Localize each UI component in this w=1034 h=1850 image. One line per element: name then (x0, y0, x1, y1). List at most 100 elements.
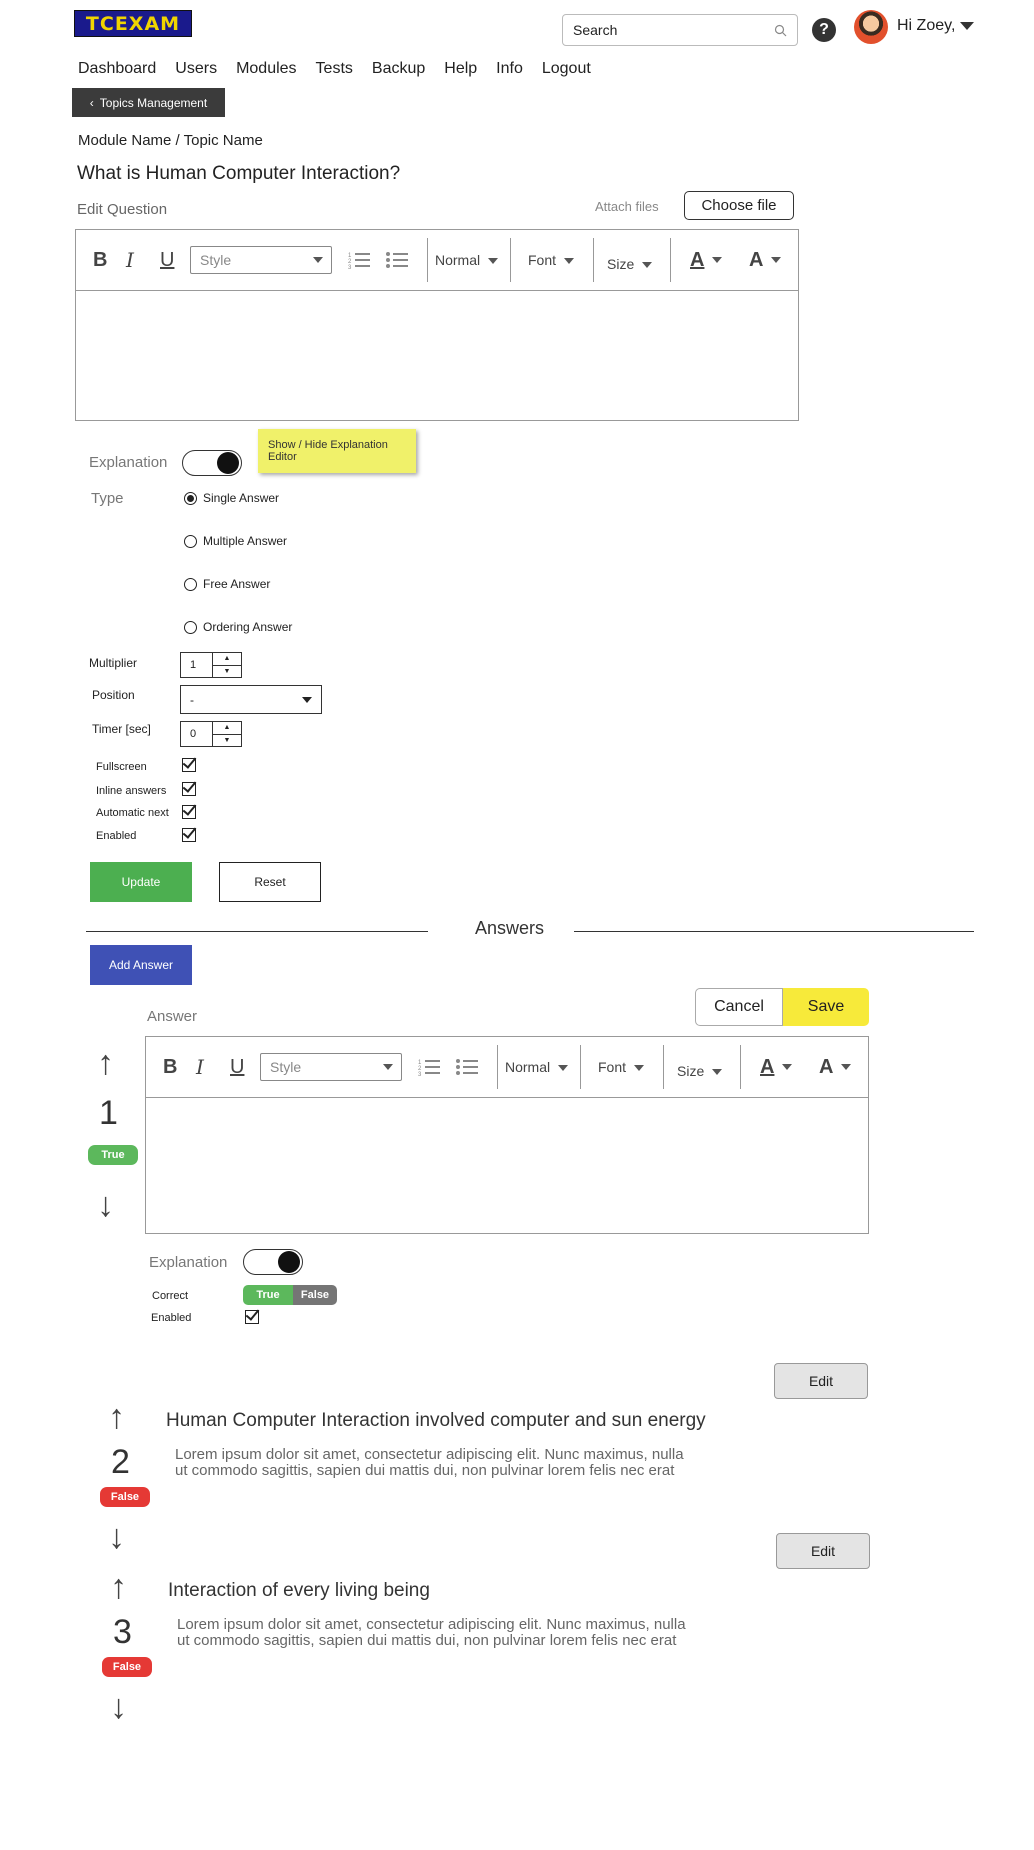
reset-button[interactable]: Reset (219, 862, 321, 902)
background-color-button[interactable]: A (819, 1055, 852, 1079)
timer-label: Timer [sec] (92, 722, 151, 736)
automatic-next-label: Automatic next (96, 807, 169, 819)
style-select[interactable]: Style (260, 1053, 402, 1081)
edit-button[interactable]: Edit (774, 1363, 868, 1399)
nav-backup[interactable]: Backup (372, 60, 425, 78)
nav-info[interactable]: Info (496, 60, 523, 78)
toolbar-divider (740, 1045, 741, 1089)
decrement-icon[interactable]: ▼ (213, 666, 241, 678)
toolbar-divider (580, 1045, 581, 1089)
user-menu-chevron-down-icon[interactable] (960, 22, 974, 30)
radio-button[interactable] (184, 534, 197, 548)
save-button[interactable]: Save (783, 988, 869, 1026)
arrow-up-icon[interactable]: ↑ (108, 1400, 125, 1434)
numbered-list-icon[interactable]: 123 (348, 250, 370, 270)
italic-button[interactable]: I (126, 248, 134, 272)
nav-help[interactable]: Help (444, 60, 477, 78)
position-select[interactable]: - (180, 685, 322, 714)
decrement-icon[interactable]: ▼ (213, 735, 241, 747)
nav-dashboard[interactable]: Dashboard (78, 60, 156, 78)
size-select-value: Size (607, 256, 635, 272)
chevron-down-icon (564, 258, 575, 265)
format-select[interactable]: Normal (505, 1059, 569, 1075)
italic-button[interactable]: I (196, 1055, 204, 1079)
timer-value[interactable]: 0 (181, 722, 213, 746)
search-input[interactable]: Search (562, 14, 798, 46)
add-answer-button[interactable]: Add Answer (90, 945, 192, 985)
arrow-down-icon[interactable]: ↓ (108, 1520, 125, 1554)
edit-button[interactable]: Edit (776, 1533, 870, 1569)
radio-single-answer[interactable]: Single Answer (184, 491, 279, 505)
fullscreen-checkbox[interactable] (182, 758, 196, 772)
toggle-knob (278, 1251, 300, 1273)
correct-toggle[interactable]: True False (243, 1285, 337, 1305)
bold-button[interactable]: B (163, 1056, 177, 1079)
type-label: Type (91, 490, 124, 507)
avatar[interactable] (854, 10, 888, 44)
automatic-next-checkbox[interactable] (182, 805, 196, 819)
question-editor-content[interactable] (76, 290, 798, 420)
answer-editor-content[interactable] (146, 1097, 868, 1233)
background-color-button[interactable]: A (749, 249, 782, 272)
format-select[interactable]: Normal (435, 252, 499, 268)
radio-button[interactable] (184, 491, 197, 505)
size-select[interactable]: Size (677, 1063, 723, 1079)
background-color-icon: A (819, 1055, 834, 1078)
help-icon[interactable]: ? (812, 18, 836, 42)
increment-icon[interactable]: ▲ (213, 722, 241, 735)
nav-users[interactable]: Users (175, 60, 217, 78)
explanation-toggle[interactable] (182, 450, 242, 476)
font-select[interactable]: Font (598, 1059, 645, 1075)
enabled-label: Enabled (96, 830, 137, 842)
bullet-list-icon[interactable] (386, 250, 408, 270)
update-button[interactable]: Update (90, 862, 192, 902)
nav-logout[interactable]: Logout (542, 60, 591, 78)
enabled-checkbox[interactable] (182, 828, 196, 842)
radio-label: Free Answer (203, 577, 271, 591)
text-color-button[interactable]: A (690, 249, 723, 272)
arrow-up-icon[interactable]: ↑ (110, 1570, 127, 1604)
nav-tests[interactable]: Tests (316, 60, 353, 78)
arrow-down-icon[interactable]: ↓ (110, 1690, 127, 1724)
answer-label: Answer (147, 1008, 198, 1025)
nav-modules[interactable]: Modules (236, 60, 296, 78)
size-select[interactable]: Size (607, 256, 653, 272)
correct-false-option[interactable]: False (293, 1285, 337, 1305)
timer-stepper[interactable]: 0 ▲ ▼ (180, 721, 242, 747)
text-color-button[interactable]: A (760, 1055, 793, 1079)
radio-button[interactable] (184, 620, 197, 634)
correct-label: Correct (152, 1290, 189, 1302)
multiplier-stepper[interactable]: 1 ▲ ▼ (180, 652, 242, 678)
logo[interactable]: TCEXAM (74, 10, 192, 37)
bold-button[interactable]: B (93, 249, 107, 272)
answer-number: 2 (111, 1443, 130, 1481)
bullet-list-icon[interactable] (456, 1057, 478, 1077)
radio-multiple-answer[interactable]: Multiple Answer (184, 534, 287, 548)
svg-text:3: 3 (348, 265, 352, 270)
answer-enabled-checkbox[interactable] (245, 1310, 259, 1324)
breadcrumb: Module Name / Topic Name (78, 132, 263, 149)
answer-explanation-toggle[interactable] (243, 1249, 303, 1275)
underline-button[interactable]: U (230, 1056, 244, 1079)
multiplier-value[interactable]: 1 (181, 653, 213, 677)
radio-button[interactable] (184, 577, 197, 591)
underline-button[interactable]: U (160, 249, 174, 272)
user-greeting[interactable]: Hi Zoey, (897, 17, 955, 35)
attach-files-label: Attach files (595, 199, 659, 214)
cancel-button[interactable]: Cancel (695, 988, 783, 1026)
editor-toolbar: B I U Style 123 Normal Font Size A A (76, 230, 798, 291)
radio-free-answer[interactable]: Free Answer (184, 577, 270, 591)
numbered-list-icon[interactable]: 123 (418, 1057, 440, 1077)
correct-true-option[interactable]: True (243, 1285, 293, 1305)
choose-file-button[interactable]: Choose file (684, 191, 794, 220)
font-select[interactable]: Font (528, 252, 575, 268)
answer-description: Lorem ipsum dolor sit amet, consectetur … (175, 1446, 684, 1479)
arrow-down-icon[interactable]: ↓ (97, 1188, 114, 1222)
arrow-up-icon[interactable]: ↑ (97, 1046, 114, 1080)
inline-answers-checkbox[interactable] (182, 782, 196, 796)
topics-management-back-button[interactable]: ‹ Topics Management (72, 88, 225, 117)
increment-icon[interactable]: ▲ (213, 653, 241, 666)
radio-ordering-answer[interactable]: Ordering Answer (184, 620, 292, 634)
text-color-icon: A (760, 1055, 775, 1078)
style-select[interactable]: Style (190, 246, 332, 274)
